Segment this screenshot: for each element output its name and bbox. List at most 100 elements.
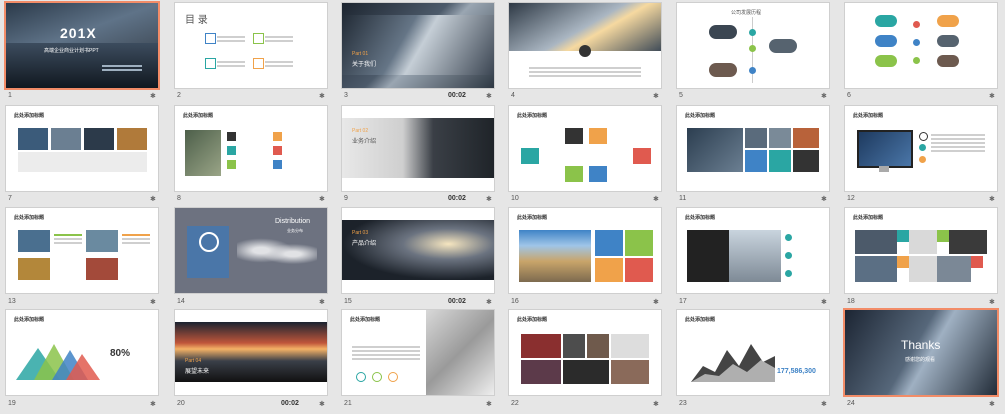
slide-number: 10 <box>511 195 519 202</box>
slide-heading: 此处添加标题 <box>685 215 716 221</box>
slide-number: 16 <box>511 298 519 305</box>
slide-thumbnail-11[interactable]: 此处添加标题 <box>677 106 829 191</box>
slide-label: 业务介绍 <box>352 139 377 145</box>
slide-thumbnail-14[interactable]: Distribution 业务分布 <box>175 208 327 293</box>
slide-label: 感谢您的观看 <box>905 357 936 363</box>
slide-subtitle: 高端企业商业计划书PPT <box>44 48 99 54</box>
slide-number: 13 <box>8 298 16 305</box>
slide-label: 业务分布 <box>287 228 303 233</box>
star-icon[interactable]: ✱ <box>653 400 659 408</box>
slide-thumbnail-12[interactable]: 此处添加标题 <box>845 106 997 191</box>
slide-thumbnail-2[interactable]: 目 录 <box>175 3 327 88</box>
slide-number: 12 <box>847 195 855 202</box>
slide-number: 17 <box>679 298 687 305</box>
slide-number: 4 <box>511 92 515 99</box>
star-icon[interactable]: ✱ <box>821 298 827 306</box>
star-icon[interactable]: ✱ <box>486 92 492 100</box>
slide-number: 7 <box>8 195 12 202</box>
slide-heading: 此处添加标题 <box>14 113 45 119</box>
mountain-chart-graphic <box>16 344 100 380</box>
star-icon[interactable]: ✱ <box>319 400 325 408</box>
slide-number: 21 <box>344 400 352 407</box>
slide-number: 2 <box>177 92 181 99</box>
slide-number: 9 <box>344 195 348 202</box>
slide-heading: 此处添加标题 <box>350 317 381 323</box>
slide-thumbnail-7[interactable]: 此处添加标题 <box>6 106 158 191</box>
slide-number: 24 <box>847 400 855 407</box>
star-icon[interactable]: ✱ <box>653 298 659 306</box>
slide-number: 3 <box>344 92 348 99</box>
slide-duration: 00:02 <box>281 400 299 407</box>
slide-title: 目 录 <box>185 15 208 26</box>
star-icon[interactable]: ✱ <box>319 92 325 100</box>
star-icon[interactable]: ✱ <box>989 195 995 203</box>
slide-number: 20 <box>177 400 185 407</box>
star-icon[interactable]: ✱ <box>653 92 659 100</box>
slide-thumbnail-6[interactable] <box>845 3 997 88</box>
star-icon[interactable]: ✱ <box>319 298 325 306</box>
slide-thumbnail-3[interactable]: Part 01 关于我们 <box>342 3 494 88</box>
slide-thumbnail-4[interactable] <box>509 3 661 88</box>
slide-thumbnail-16[interactable]: 此处添加标题 <box>509 208 661 293</box>
slide-number: 8 <box>177 195 181 202</box>
slide-number: 5 <box>679 92 683 99</box>
slide-thumbnail-22[interactable]: 此处添加标题 <box>509 310 661 395</box>
slide-heading: 此处添加标题 <box>517 113 548 119</box>
slide-part: Part 02 <box>352 128 369 134</box>
slide-label: 展望未来 <box>185 369 210 375</box>
slide-thumbnail-10[interactable]: 此处添加标题 <box>509 106 661 191</box>
slide-number: 22 <box>511 400 519 407</box>
slide-heading: 此处添加标题 <box>853 113 884 119</box>
slide-duration: 00:02 <box>448 195 466 202</box>
star-icon[interactable]: ✱ <box>150 400 156 408</box>
star-icon[interactable]: ✱ <box>486 400 492 408</box>
star-icon[interactable]: ✱ <box>821 195 827 203</box>
slide-label: 产品介绍 <box>352 241 377 247</box>
star-icon[interactable]: ✱ <box>989 400 995 408</box>
slide-thumbnail-24[interactable]: Thanks 感谢您的观看 <box>845 310 997 395</box>
slide-thumbnail-1[interactable]: 201X 高端企业商业计划书PPT <box>6 3 158 88</box>
area-chart-graphic <box>691 344 775 382</box>
slide-thumbnail-5[interactable]: 公司发展历程 <box>677 3 829 88</box>
slide-thumbnail-15[interactable]: Part 03 产品介绍 <box>342 208 494 293</box>
slide-part: Part 01 <box>352 51 369 57</box>
slide-thumbnail-18[interactable]: 此处添加标题 <box>845 208 997 293</box>
slide-number: 15 <box>344 298 352 305</box>
slide-thumbnail-9[interactable]: Part 02 业务介绍 <box>342 106 494 191</box>
star-icon[interactable]: ✱ <box>989 298 995 306</box>
slide-thumbnail-19[interactable]: 此处添加标题 80% <box>6 310 158 395</box>
slide-thumbnail-23[interactable]: 此处添加标题 177,586,300 <box>677 310 829 395</box>
slide-duration: 00:02 <box>448 92 466 99</box>
star-icon[interactable]: ✱ <box>150 195 156 203</box>
slide-heading: 此处添加标题 <box>517 215 548 221</box>
slide-thumbnail-21[interactable]: 此处添加标题 <box>342 310 494 395</box>
slide-heading: 此处添加标题 <box>853 215 884 221</box>
star-icon[interactable]: ✱ <box>150 298 156 306</box>
slide-number: 1 <box>8 92 12 99</box>
slide-number: 6 <box>847 92 851 99</box>
slide-title: Thanks <box>901 338 941 352</box>
star-icon[interactable]: ✱ <box>486 298 492 306</box>
slide-duration: 00:02 <box>448 298 466 305</box>
stat-value: 80% <box>110 348 131 359</box>
star-icon[interactable]: ✱ <box>319 195 325 203</box>
slide-heading: 此处添加标题 <box>14 317 45 323</box>
slide-title: 公司发展历程 <box>731 10 762 16</box>
slide-thumbnail-8[interactable]: 此处添加标题 <box>175 106 327 191</box>
slide-title: 201X <box>60 25 97 41</box>
slide-number: 14 <box>177 298 185 305</box>
star-icon[interactable]: ✱ <box>150 92 156 100</box>
slide-heading: 此处添加标题 <box>685 113 716 119</box>
star-icon[interactable]: ✱ <box>989 92 995 100</box>
star-icon[interactable]: ✱ <box>486 195 492 203</box>
star-icon[interactable]: ✱ <box>821 92 827 100</box>
star-icon[interactable]: ✱ <box>821 400 827 408</box>
slide-heading: 此处添加标题 <box>685 317 716 323</box>
slide-number: 19 <box>8 400 16 407</box>
slide-thumbnail-20[interactable]: Part 04 展望未来 <box>175 310 327 395</box>
slide-heading: 此处添加标题 <box>14 215 45 221</box>
star-icon[interactable]: ✱ <box>653 195 659 203</box>
slide-thumbnail-13[interactable]: 此处添加标题 <box>6 208 158 293</box>
slide-heading: 此处添加标题 <box>517 317 548 323</box>
slide-thumbnail-17[interactable]: 此处添加标题 <box>677 208 829 293</box>
